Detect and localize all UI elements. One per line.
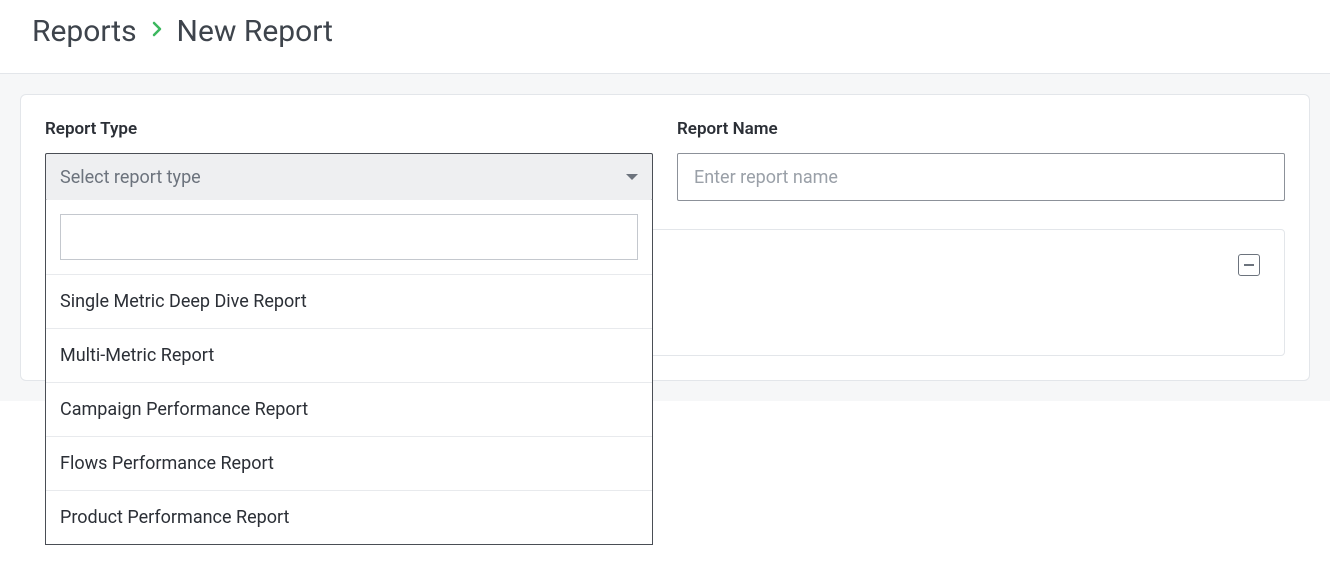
- report-type-label: Report Type: [45, 119, 653, 139]
- dropdown-option[interactable]: Single Metric Deep Dive Report: [46, 274, 652, 328]
- breadcrumb-parent-link[interactable]: Reports: [32, 14, 137, 49]
- dropdown-option[interactable]: Campaign Performance Report: [46, 382, 652, 436]
- dropdown-search-input[interactable]: [60, 214, 638, 260]
- dropdown-list: Single Metric Deep Dive Report Multi-Met…: [46, 274, 652, 544]
- content-area: Report Type Select report type Single Me…: [0, 74, 1330, 401]
- report-type-dropdown: Single Metric Deep Dive Report Multi-Met…: [45, 200, 653, 545]
- breadcrumb: Reports New Report: [32, 14, 1298, 49]
- report-form-card: Report Type Select report type Single Me…: [20, 94, 1310, 381]
- report-type-trigger[interactable]: Select report type: [45, 153, 653, 201]
- report-name-label: Report Name: [677, 119, 1285, 139]
- caret-down-icon: [626, 174, 638, 180]
- dropdown-option[interactable]: Product Performance Report: [46, 490, 652, 544]
- report-type-placeholder: Select report type: [60, 167, 201, 188]
- report-name-input[interactable]: [677, 153, 1285, 201]
- breadcrumb-current: New Report: [177, 14, 333, 49]
- report-type-select: Select report type Single Metric Deep Di…: [45, 153, 653, 201]
- collapse-toggle-button[interactable]: [1238, 254, 1260, 276]
- page-header: Reports New Report: [0, 0, 1330, 74]
- chevron-right-icon: [151, 20, 163, 43]
- minus-icon: [1244, 264, 1254, 266]
- dropdown-option[interactable]: Flows Performance Report: [46, 436, 652, 490]
- dropdown-option[interactable]: Multi-Metric Report: [46, 328, 652, 382]
